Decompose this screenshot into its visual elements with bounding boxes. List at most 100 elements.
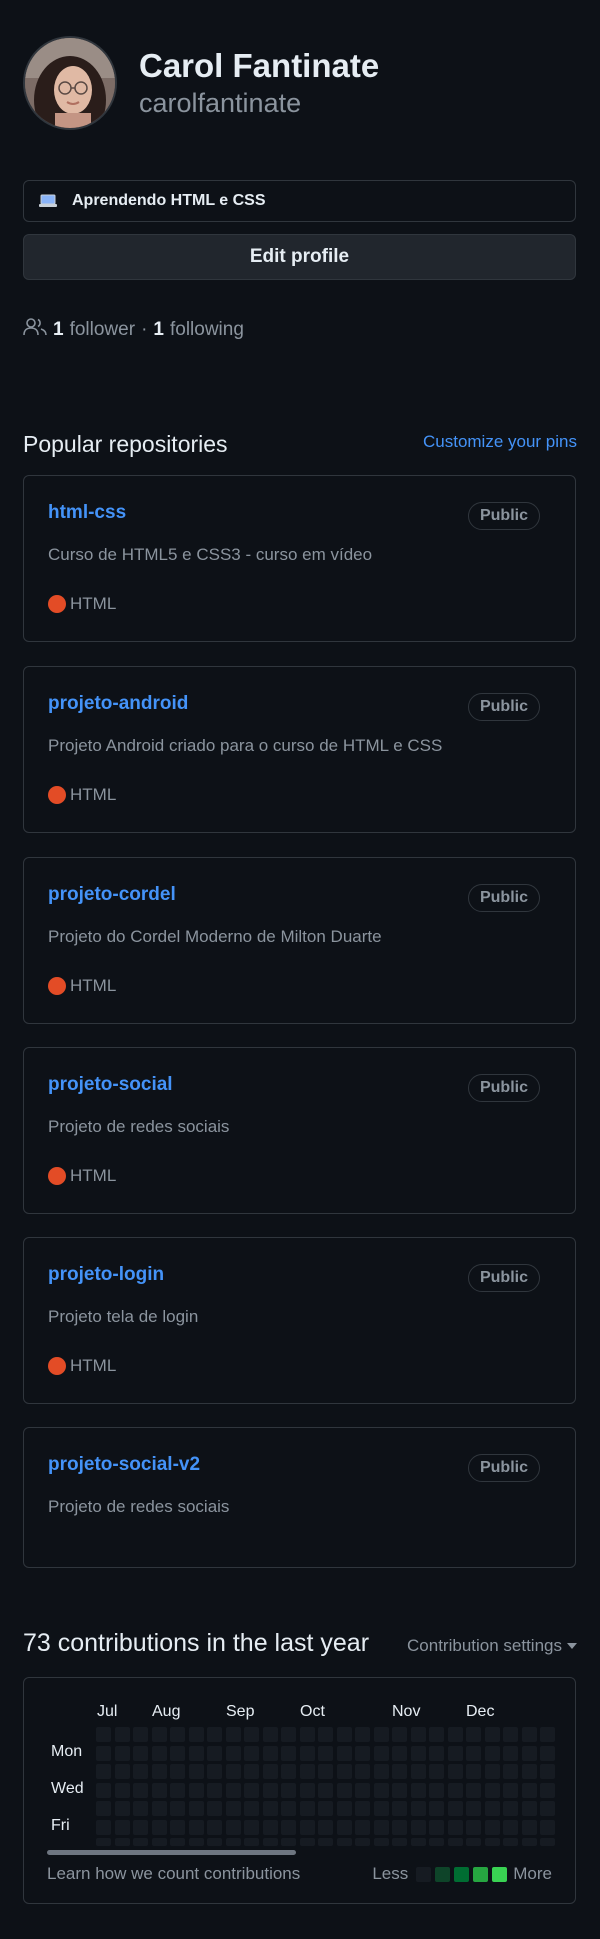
followers-link[interactable]: 1 follower [53,319,135,341]
edit-profile-button[interactable]: Edit profile [23,234,576,280]
contribution-day-cell[interactable] [188,1819,204,1835]
contribution-day-cell[interactable] [429,1764,444,1779]
contribution-day-cell[interactable] [151,1745,167,1761]
contribution-day-cell[interactable] [540,1745,555,1761]
contribution-day-cell[interactable] [447,1727,463,1742]
contribution-day-cell[interactable] [484,1782,500,1798]
contribution-day-cell[interactable] [133,1801,148,1816]
contribution-day-cell[interactable] [262,1764,278,1779]
contribution-day-cell[interactable] [410,1764,426,1779]
repo-name-link[interactable]: projeto-android [48,693,188,715]
contribution-day-cell[interactable] [318,1782,333,1798]
contribution-day-cell[interactable] [447,1764,463,1779]
contribution-day-cell[interactable] [336,1838,352,1846]
contribution-day-cell[interactable] [466,1745,481,1761]
contribution-day-cell[interactable] [281,1764,296,1779]
contribution-day-cell[interactable] [521,1838,537,1846]
contribution-day-cell[interactable] [262,1727,278,1742]
contribution-day-cell[interactable] [429,1819,444,1835]
contribution-day-cell[interactable] [373,1745,389,1761]
contribution-day-cell[interactable] [244,1727,259,1742]
contribution-day-cell[interactable] [281,1838,296,1846]
contribution-day-cell[interactable] [318,1838,333,1846]
contribution-day-cell[interactable] [170,1819,185,1835]
contribution-day-cell[interactable] [114,1819,130,1835]
contribution-day-cell[interactable] [521,1782,537,1798]
contribution-day-cell[interactable] [244,1801,259,1816]
contribution-day-cell[interactable] [503,1819,518,1835]
contribution-day-cell[interactable] [410,1819,426,1835]
contribution-day-cell[interactable] [392,1727,407,1742]
contribution-day-cell[interactable] [225,1801,241,1816]
contribution-day-cell[interactable] [503,1782,518,1798]
contribution-day-cell[interactable] [410,1838,426,1846]
contribution-day-cell[interactable] [336,1764,352,1779]
contribution-day-cell[interactable] [447,1782,463,1798]
contribution-settings-dropdown[interactable]: Contribution settings [407,1636,577,1656]
contribution-day-cell[interactable] [133,1782,148,1798]
contribution-day-cell[interactable] [484,1819,500,1835]
contribution-day-cell[interactable] [466,1764,481,1779]
contribution-day-cell[interactable] [281,1819,296,1835]
contribution-day-cell[interactable] [336,1745,352,1761]
contribution-day-cell[interactable] [133,1819,148,1835]
contribution-day-cell[interactable] [392,1801,407,1816]
contribution-day-cell[interactable] [336,1819,352,1835]
contribution-day-cell[interactable] [466,1782,481,1798]
contribution-day-cell[interactable] [262,1745,278,1761]
contribution-day-cell[interactable] [170,1782,185,1798]
contribution-day-cell[interactable] [484,1801,500,1816]
contribution-day-cell[interactable] [151,1838,167,1846]
contribution-day-cell[interactable] [503,1801,518,1816]
contribution-day-cell[interactable] [170,1838,185,1846]
contribution-day-cell[interactable] [521,1801,537,1816]
contribution-day-cell[interactable] [114,1727,130,1742]
contribution-day-cell[interactable] [503,1727,518,1742]
contribution-day-cell[interactable] [225,1838,241,1846]
contribution-day-cell[interactable] [299,1745,315,1761]
contribution-day-cell[interactable] [373,1782,389,1798]
contribution-day-cell[interactable] [540,1801,555,1816]
contribution-day-cell[interactable] [429,1745,444,1761]
contribution-day-cell[interactable] [299,1727,315,1742]
contribution-day-cell[interactable] [114,1838,130,1846]
contribution-day-cell[interactable] [207,1819,222,1835]
contribution-day-cell[interactable] [133,1838,148,1846]
contribution-day-cell[interactable] [373,1819,389,1835]
contribution-day-cell[interactable] [521,1764,537,1779]
contribution-day-cell[interactable] [503,1838,518,1846]
contribution-day-cell[interactable] [355,1764,370,1779]
contribution-day-cell[interactable] [133,1727,148,1742]
contribution-day-cell[interactable] [299,1838,315,1846]
contribution-day-cell[interactable] [540,1819,555,1835]
contribution-day-cell[interactable] [96,1801,111,1816]
contribution-day-cell[interactable] [96,1819,111,1835]
contribution-day-cell[interactable] [281,1745,296,1761]
contribution-day-cell[interactable] [299,1782,315,1798]
contribution-day-cell[interactable] [521,1819,537,1835]
contribution-day-cell[interactable] [262,1838,278,1846]
contribution-day-cell[interactable] [392,1764,407,1779]
following-link[interactable]: 1 following [153,319,244,341]
contribution-day-cell[interactable] [170,1801,185,1816]
contribution-day-cell[interactable] [429,1727,444,1742]
contribution-day-cell[interactable] [96,1745,111,1761]
contribution-day-cell[interactable] [503,1764,518,1779]
customize-pins-link[interactable]: Customize your pins [423,432,577,452]
contribution-day-cell[interactable] [114,1764,130,1779]
contribution-day-cell[interactable] [96,1838,111,1846]
contribution-day-cell[interactable] [114,1782,130,1798]
contribution-day-cell[interactable] [244,1819,259,1835]
learn-contributions-link[interactable]: Learn how we count contributions [47,1864,300,1884]
contribution-day-cell[interactable] [114,1745,130,1761]
repo-name-link[interactable]: html-css [48,502,126,524]
contribution-day-cell[interactable] [96,1727,111,1742]
contribution-day-cell[interactable] [410,1782,426,1798]
contribution-day-cell[interactable] [392,1819,407,1835]
contribution-day-cell[interactable] [318,1801,333,1816]
contribution-day-cell[interactable] [355,1838,370,1846]
contribution-day-cell[interactable] [151,1801,167,1816]
contribution-day-cell[interactable] [207,1838,222,1846]
contribution-day-cell[interactable] [540,1764,555,1779]
contribution-day-cell[interactable] [540,1782,555,1798]
